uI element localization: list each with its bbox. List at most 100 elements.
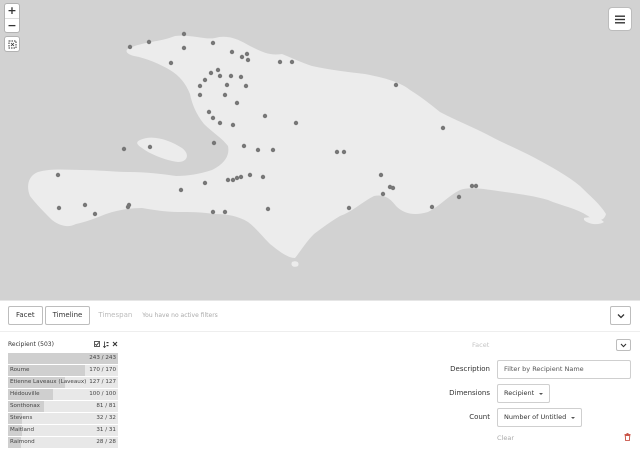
location-marker[interactable] xyxy=(440,125,446,131)
location-marker[interactable] xyxy=(92,211,98,217)
map-menu-button[interactable] xyxy=(609,8,631,30)
location-marker[interactable] xyxy=(265,206,271,212)
location-marker[interactable] xyxy=(168,60,174,66)
tab-timeline[interactable]: Timeline xyxy=(44,306,91,325)
location-marker[interactable] xyxy=(181,45,187,51)
location-marker[interactable] xyxy=(230,122,236,128)
location-marker[interactable] xyxy=(334,149,340,155)
facet-row[interactable]: Roume 170 / 170 xyxy=(8,365,118,376)
zoom-in-button[interactable]: + xyxy=(5,4,19,18)
location-marker[interactable] xyxy=(55,172,61,178)
location-marker[interactable] xyxy=(243,83,249,89)
clear-button[interactable]: Clear xyxy=(497,434,514,442)
location-marker[interactable] xyxy=(228,73,234,79)
location-marker[interactable] xyxy=(202,77,208,83)
location-marker[interactable] xyxy=(222,92,228,98)
tab-timespan[interactable]: Timespan xyxy=(92,306,138,325)
location-marker[interactable] xyxy=(378,172,384,178)
facet-row[interactable]: Etienne Laveaux (Laveaux) 127 / 127 xyxy=(8,377,118,388)
location-marker[interactable] xyxy=(208,70,214,76)
location-marker[interactable] xyxy=(229,49,235,55)
location-marker[interactable] xyxy=(238,174,244,180)
location-marker[interactable] xyxy=(244,51,250,57)
location-marker[interactable] xyxy=(181,31,187,37)
facet-row[interactable]: Sonthonax 81 / 81 xyxy=(8,401,118,412)
box-select-icon xyxy=(8,40,16,48)
location-marker[interactable] xyxy=(341,149,347,155)
location-marker[interactable] xyxy=(473,183,479,189)
count-label: Count xyxy=(469,413,490,421)
facet-row[interactable]: Maitland 31 / 31 xyxy=(8,425,118,436)
location-marker[interactable] xyxy=(210,40,216,46)
location-marker[interactable] xyxy=(178,187,184,193)
location-marker[interactable] xyxy=(210,115,216,121)
location-marker[interactable] xyxy=(206,109,212,115)
location-marker[interactable] xyxy=(429,204,435,210)
location-marker[interactable] xyxy=(262,113,268,119)
location-marker[interactable] xyxy=(211,140,217,146)
location-marker[interactable] xyxy=(197,92,203,98)
location-marker[interactable] xyxy=(390,185,396,191)
dimensions-value: Recipient xyxy=(504,389,535,397)
location-marker[interactable] xyxy=(230,177,236,183)
description-input[interactable]: Filter by Recipient Name xyxy=(497,360,631,379)
panel-collapse-button[interactable] xyxy=(610,306,631,325)
facet-row[interactable]: Hédouville 100 / 100 xyxy=(8,389,118,400)
count-value: Number of Untitled xyxy=(504,413,567,421)
location-marker[interactable] xyxy=(245,57,251,63)
location-marker[interactable] xyxy=(293,120,299,126)
location-marker[interactable] xyxy=(147,144,153,150)
location-marker[interactable] xyxy=(255,147,261,153)
location-marker[interactable] xyxy=(146,39,152,45)
location-marker[interactable] xyxy=(127,44,133,50)
location-marker[interactable] xyxy=(289,59,295,65)
location-marker[interactable] xyxy=(270,147,276,153)
location-markers[interactable] xyxy=(0,0,640,300)
tab-facet[interactable]: Facet xyxy=(8,306,43,325)
location-marker[interactable] xyxy=(224,82,230,88)
location-marker[interactable] xyxy=(217,120,223,126)
sort-icon[interactable] xyxy=(103,341,109,348)
location-marker[interactable] xyxy=(239,54,245,60)
trash-icon[interactable] xyxy=(624,433,631,441)
facet-row[interactable]: 243 / 243 xyxy=(8,353,118,364)
close-icon[interactable] xyxy=(112,341,118,347)
location-marker[interactable] xyxy=(121,146,127,152)
location-marker[interactable] xyxy=(202,180,208,186)
location-marker[interactable] xyxy=(469,183,475,189)
facet-row[interactable]: Stevens 32 / 32 xyxy=(8,413,118,424)
location-marker[interactable] xyxy=(217,73,223,79)
location-marker[interactable] xyxy=(234,175,240,181)
dimensions-select[interactable]: Recipient xyxy=(497,384,551,403)
location-marker[interactable] xyxy=(215,67,221,73)
caret-down-icon xyxy=(539,392,544,395)
count-select[interactable]: Number of Untitled xyxy=(497,408,583,427)
chevron-down-icon xyxy=(620,343,627,347)
location-marker[interactable] xyxy=(456,194,462,200)
location-marker[interactable] xyxy=(260,174,266,180)
location-marker[interactable] xyxy=(197,83,203,89)
location-marker[interactable] xyxy=(225,177,231,183)
settings-collapse-button[interactable] xyxy=(616,339,631,351)
location-marker[interactable] xyxy=(222,209,228,215)
location-marker[interactable] xyxy=(393,82,399,88)
select-all-icon[interactable] xyxy=(94,341,100,347)
facet-row-count: 243 / 243 xyxy=(89,355,116,361)
location-marker[interactable] xyxy=(238,74,244,80)
location-marker[interactable] xyxy=(247,172,253,178)
location-marker[interactable] xyxy=(234,100,240,106)
location-marker[interactable] xyxy=(56,205,62,211)
map[interactable]: + − xyxy=(0,0,640,300)
location-marker[interactable] xyxy=(380,191,386,197)
box-select-button[interactable] xyxy=(5,37,19,51)
facet-row[interactable]: Raimond 28 / 28 xyxy=(8,437,118,448)
location-marker[interactable] xyxy=(241,143,247,149)
location-marker[interactable] xyxy=(210,209,216,215)
location-marker[interactable] xyxy=(346,205,352,211)
caret-down-icon xyxy=(571,416,576,419)
facet-title: Recipient (503) xyxy=(8,340,54,348)
location-marker[interactable] xyxy=(82,202,88,208)
location-marker[interactable] xyxy=(277,59,283,65)
location-marker[interactable] xyxy=(126,202,132,208)
zoom-out-button[interactable]: − xyxy=(5,18,19,32)
